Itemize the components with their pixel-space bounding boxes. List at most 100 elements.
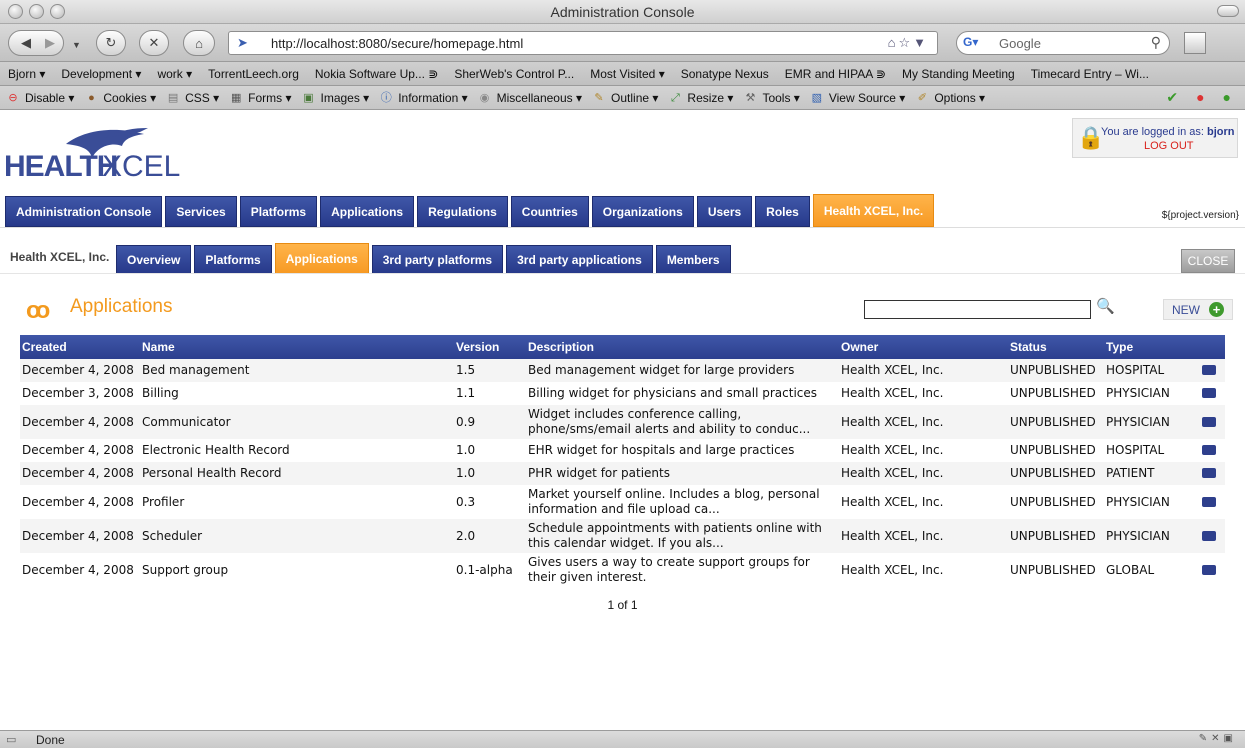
column-header-type[interactable]: Type — [1104, 335, 1200, 359]
cell-name[interactable]: Electronic Health Record — [140, 439, 454, 462]
cell-name[interactable]: Profiler — [140, 485, 454, 519]
tab-roles[interactable]: Roles — [755, 196, 810, 227]
devtool-view-source[interactable]: ▧ View Source ▾ — [810, 91, 906, 105]
subtab-members[interactable]: Members — [655, 245, 731, 274]
bookmark-item[interactable]: Most Visited ▾ — [590, 67, 665, 81]
table-row[interactable]: December 4, 2008 Support group 0.1-alpha… — [20, 553, 1225, 587]
close-button[interactable]: CLOSE — [1181, 249, 1235, 273]
tab-health-xcel[interactable]: Health XCEL, Inc. — [812, 194, 935, 227]
stop-button[interactable]: ✕ — [139, 30, 169, 56]
logout-link[interactable]: LOG OUT — [1144, 140, 1194, 152]
history-dropdown-icon[interactable]: ▼ — [72, 40, 81, 50]
table-row[interactable]: December 4, 2008 Communicator 0.9 Widget… — [20, 405, 1225, 439]
cell-name[interactable]: Billing — [140, 382, 454, 405]
search-box[interactable]: G▾ Google ⚲ — [956, 31, 1170, 55]
table-row[interactable]: December 4, 2008 Electronic Health Recor… — [20, 439, 1225, 462]
cell-name[interactable]: Bed management — [140, 359, 454, 382]
search-input[interactable]: Google — [999, 36, 1041, 51]
column-header-version[interactable]: Version — [454, 335, 526, 359]
column-header-description[interactable]: Description — [526, 335, 839, 359]
cell-name[interactable]: Scheduler — [140, 519, 454, 553]
devtool-information[interactable]: ⓘ Information ▾ — [379, 91, 468, 105]
edit-card-icon[interactable] — [1202, 564, 1216, 575]
bookmark-item[interactable]: My Standing Meeting — [902, 67, 1015, 81]
devtool-cookies[interactable]: ● Cookies ▾ — [84, 91, 156, 105]
table-row[interactable]: December 4, 2008 Personal Health Record … — [20, 462, 1225, 485]
home-button[interactable]: ⌂ — [183, 30, 215, 56]
table-row[interactable]: December 3, 2008 Billing 1.1 Billing wid… — [20, 382, 1225, 405]
error-icon[interactable]: ● — [1196, 89, 1204, 106]
column-header-name[interactable]: Name — [140, 335, 454, 359]
search-icon[interactable]: ⚲ — [1151, 34, 1161, 51]
bookmark-item[interactable]: EMR and HIPAA ⋑ — [785, 67, 886, 81]
bookmark-item[interactable]: SherWeb's Control P... — [454, 67, 574, 81]
search-icon[interactable]: 🔍 — [1096, 297, 1115, 315]
bookmark-item[interactable]: work ▾ — [157, 67, 192, 81]
column-header-created[interactable]: Created — [20, 335, 140, 359]
application-search-input[interactable] — [864, 300, 1091, 319]
edit-card-icon[interactable] — [1202, 496, 1216, 507]
table-row[interactable]: December 4, 2008 Scheduler 2.0 Schedule … — [20, 519, 1225, 553]
health-xcel-logo[interactable]: HEALTH XCEL — [4, 124, 194, 196]
checkmark-icon[interactable]: ✔ — [1166, 89, 1178, 106]
edit-card-icon[interactable] — [1202, 530, 1216, 541]
bookmark-item[interactable]: Timecard Entry – Wi... — [1031, 67, 1149, 81]
tab-applications[interactable]: Applications — [320, 196, 415, 227]
devtool-tools[interactable]: ⚒ Tools ▾ — [743, 91, 800, 105]
cell-name[interactable]: Communicator — [140, 405, 454, 439]
devtool-disable[interactable]: ⊖ Disable ▾ — [6, 91, 74, 105]
devtool-options[interactable]: ✐ Options ▾ — [915, 91, 985, 105]
edit-card-icon[interactable] — [1202, 468, 1216, 478]
edit-card-icon[interactable] — [1202, 365, 1216, 375]
bookmark-item[interactable]: TorrentLeech.org — [208, 67, 299, 81]
valid-icon[interactable]: ● — [1223, 89, 1231, 106]
subtab-platforms[interactable]: Platforms — [194, 245, 272, 274]
tab-administration-console[interactable]: Administration Console — [5, 196, 163, 227]
cell-name[interactable]: Personal Health Record — [140, 462, 454, 485]
edit-card-icon[interactable] — [1202, 388, 1216, 398]
url-text[interactable]: http://localhost:8080/secure/homepage.ht… — [271, 36, 523, 51]
tab-users[interactable]: Users — [696, 196, 753, 227]
stop-icon: ✕ — [148, 35, 160, 50]
tab-overview-icon[interactable] — [1184, 32, 1206, 54]
status-addon-icons[interactable]: ✎✕▣ — [1199, 733, 1237, 744]
tab-countries[interactable]: Countries — [510, 196, 589, 227]
tab-organizations[interactable]: Organizations — [591, 196, 694, 227]
back-arrow-icon[interactable]: ◀ — [21, 35, 31, 51]
edit-card-icon[interactable] — [1202, 445, 1216, 455]
web-page: HEALTH XCEL 🔒 You are logged in as: bjor… — [0, 110, 1245, 730]
devtool-forms[interactable]: ▦ Forms ▾ — [229, 91, 292, 105]
column-header-owner[interactable]: Owner — [839, 335, 1008, 359]
new-application-button[interactable]: NEW + — [1163, 299, 1233, 320]
tab-platforms[interactable]: Platforms — [239, 196, 318, 227]
subtab-overview[interactable]: Overview — [116, 245, 192, 274]
edit-card-icon[interactable] — [1202, 416, 1216, 427]
column-header-status[interactable]: Status — [1008, 335, 1104, 359]
window-title: Administration Console — [550, 4, 695, 20]
back-forward-button[interactable]: ◀ ▶ — [8, 30, 64, 56]
devtool-outline[interactable]: ✎ Outline ▾ — [592, 91, 658, 105]
google-engine-icon[interactable]: G▾ — [963, 35, 989, 51]
bookmark-item[interactable]: Sonatype Nexus — [681, 67, 769, 81]
subtab-3rd-party-platforms[interactable]: 3rd party platforms — [371, 245, 504, 274]
bookmark-item[interactable]: Development ▾ — [61, 67, 141, 81]
bookmark-item[interactable]: Nokia Software Up... ⋑ — [315, 67, 438, 81]
forward-arrow-icon[interactable]: ▶ — [45, 35, 55, 51]
subtab-applications[interactable]: Applications — [274, 243, 369, 274]
cell-version: 1.0 — [456, 443, 476, 457]
devtool-images[interactable]: ▣ Images ▾ — [302, 91, 369, 105]
cell-name[interactable]: Support group — [140, 553, 454, 587]
table-row[interactable]: December 4, 2008 Profiler 0.3 Market you… — [20, 485, 1225, 519]
devtool-miscellaneous[interactable]: ◉ Miscellaneous ▾ — [478, 91, 582, 105]
table-row[interactable]: December 4, 2008 Bed management 1.5 Bed … — [20, 359, 1225, 382]
subtab-3rd-party-applications[interactable]: 3rd party applications — [506, 245, 653, 274]
bookmark-item[interactable]: Bjorn ▾ — [8, 67, 45, 81]
devtool-css[interactable]: ▤ CSS ▾ — [166, 91, 219, 105]
toolbar-toggle-button[interactable] — [1217, 5, 1239, 17]
tab-regulations[interactable]: Regulations — [417, 196, 508, 227]
devtool-resize[interactable]: ⤢ Resize ▾ — [668, 91, 733, 105]
tab-services[interactable]: Services — [165, 196, 237, 227]
address-bar[interactable]: ➤ http://localhost:8080/secure/homepage.… — [228, 31, 938, 55]
bookmark-star-icon[interactable]: ⌂☆▼ — [888, 35, 929, 51]
reload-button[interactable]: ↻ — [96, 30, 126, 56]
